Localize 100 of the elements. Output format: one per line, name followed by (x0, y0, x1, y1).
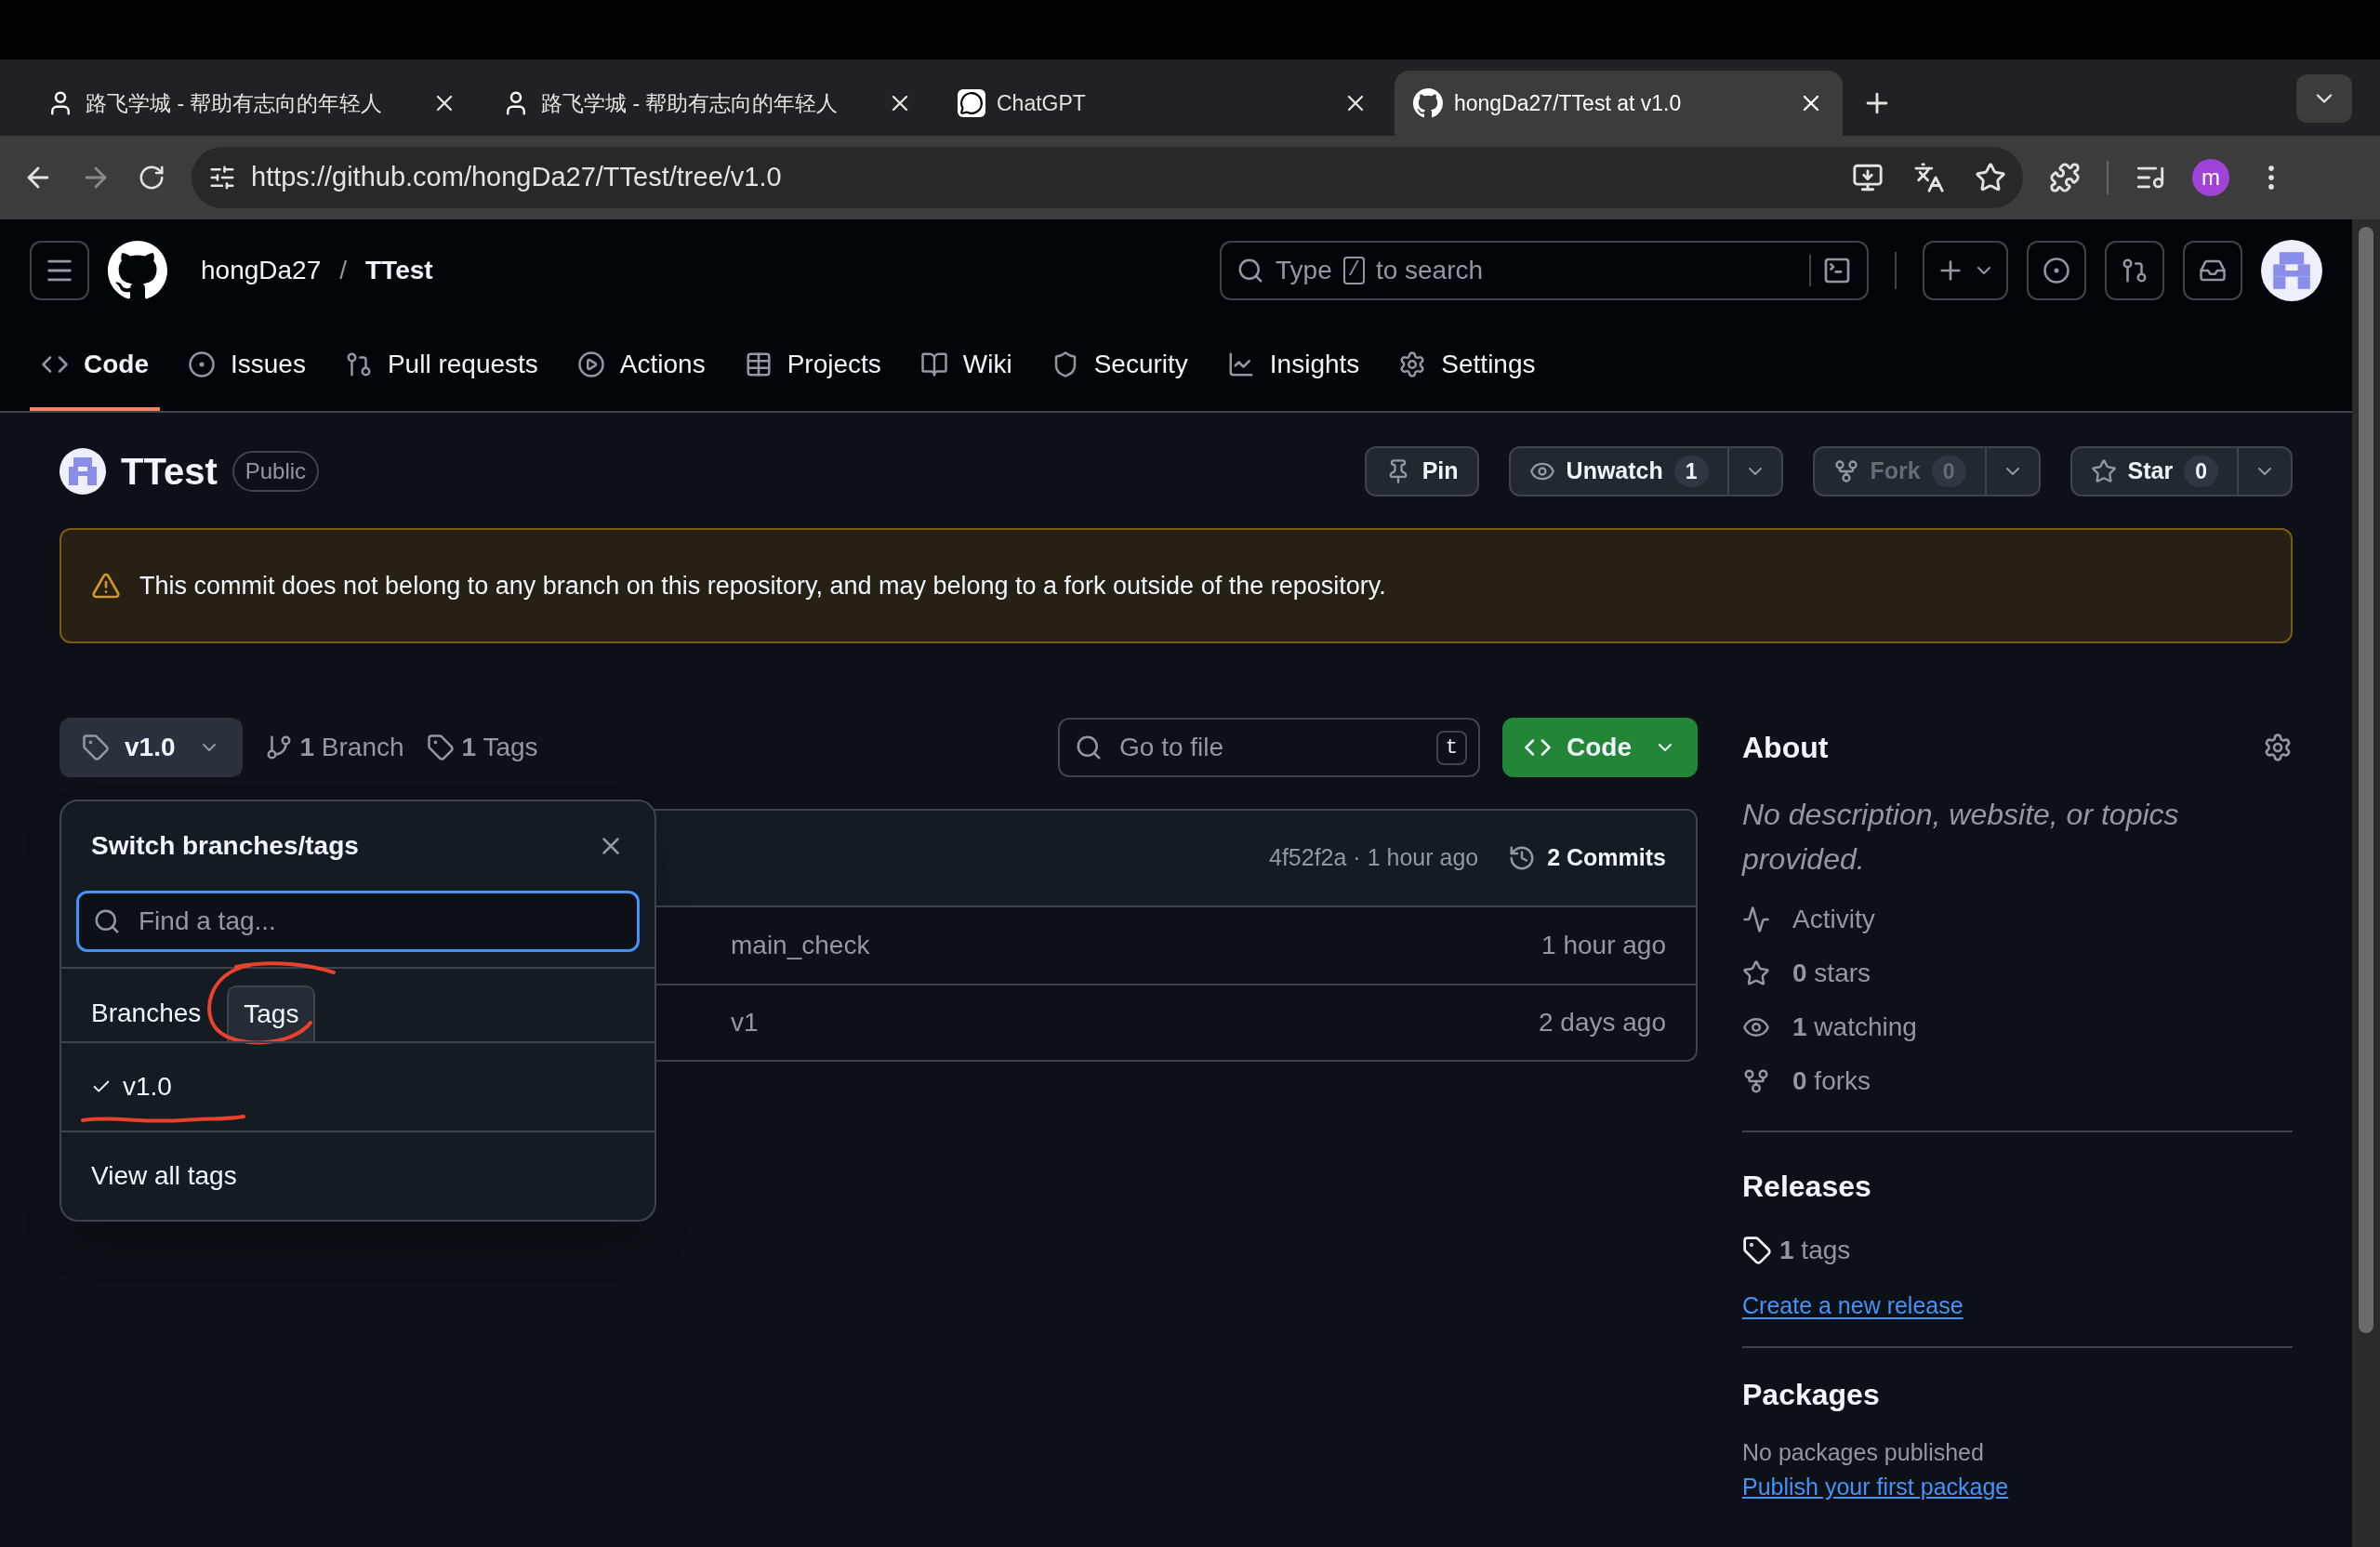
translate-icon[interactable] (1913, 162, 1945, 193)
menu-tab[interactable]: Tags (227, 985, 316, 1041)
count-badge: 0 (2184, 455, 2218, 488)
repo-nav-tab[interactable]: Issues (177, 322, 317, 411)
settings-icon (1398, 350, 1427, 378)
pull-request-icon (2121, 257, 2149, 284)
path-separator: / (339, 255, 347, 286)
repo-action-button[interactable]: Star 0 (2069, 446, 2239, 496)
browser-tab[interactable]: hongDa27/TTest at v1.0 (1395, 71, 1843, 136)
issues-button[interactable] (2027, 241, 2086, 300)
book-icon (919, 350, 948, 378)
repo-nav-tab[interactable]: Settings (1387, 322, 1547, 411)
menu-button[interactable] (30, 241, 89, 300)
releases-heading[interactable]: Releases (1742, 1164, 2293, 1209)
commit-time: 1 hour ago (1541, 930, 1666, 961)
fork-icon (1742, 1067, 1770, 1095)
scrollbar[interactable] (2352, 219, 2380, 1547)
inbox-button[interactable] (2183, 241, 2242, 300)
code-button[interactable]: Code (1502, 718, 1698, 777)
warning-icon (91, 571, 121, 601)
repo-action-button[interactable]: Pin (1364, 446, 1479, 496)
tags-count-link[interactable]: 1 tags (1779, 1231, 1851, 1270)
shortcut-key: t (1435, 731, 1467, 765)
profile-avatar[interactable]: m (2192, 159, 2229, 196)
repo-nav-tab[interactable]: Projects (733, 322, 892, 411)
tab-title: 路飞学城 - 帮助有志向的年轻人 (86, 89, 384, 117)
commit-time: 2 days ago (1539, 1007, 1666, 1038)
browser-tab[interactable]: 路飞学城 - 帮助有志向的年轻人 (28, 71, 476, 136)
repo-nav-tab[interactable]: Insights (1215, 322, 1371, 411)
tab-title: hongDa27/TTest at v1.0 (1454, 89, 1683, 117)
ref-selector-button[interactable]: v1.0 (60, 718, 243, 777)
tag-icon (1742, 1236, 1772, 1265)
chat-icon (958, 89, 985, 117)
repo-nav-tab[interactable]: Security (1039, 322, 1199, 411)
tag-icon (82, 734, 110, 761)
tab-title: ChatGPT (997, 89, 1087, 117)
reload-icon[interactable] (138, 164, 165, 192)
slash-key: / (1342, 257, 1365, 284)
commit-message[interactable]: main_check (731, 926, 1542, 965)
search-hint: Type (1276, 255, 1332, 286)
pull-requests-button[interactable] (2105, 241, 2164, 300)
install-icon[interactable] (1852, 162, 1884, 193)
stat-link[interactable]: 1 watching (1792, 1008, 1917, 1047)
warning-text: This commit does not belong to any branch on this repository, and may belong to a fork outside of the repository. (139, 570, 1386, 602)
issue-icon (188, 350, 216, 378)
repo-nav-tab[interactable]: Code (30, 322, 160, 411)
about-heading: About (1742, 730, 1830, 766)
commit-info[interactable]: 4f52f2a · 1 hour ago (1269, 840, 1479, 876)
search-icon (1236, 257, 1264, 284)
pull-request-icon (344, 350, 373, 378)
repo-action-button[interactable]: Unwatch 1 (1508, 446, 1729, 496)
stat-link[interactable]: 0 stars (1792, 954, 1871, 993)
fork-icon (1832, 458, 1859, 484)
search-hint: to search (1375, 255, 1484, 286)
command-palette-icon[interactable] (1822, 256, 1852, 285)
commits-link[interactable]: 2 Commits (1547, 840, 1666, 876)
issue-icon (2043, 257, 2070, 284)
settings-icon[interactable] (2263, 733, 2293, 762)
repo-link[interactable]: TTest (365, 251, 433, 290)
pulse-icon (1742, 906, 1770, 933)
star-icon (1742, 959, 1770, 987)
tag-icon (426, 734, 455, 761)
stat-link[interactable]: 0 forks (1792, 1062, 1871, 1101)
branches-link[interactable]: 1 Branch (299, 728, 404, 767)
repo-nav-tab[interactable]: Pull requests (333, 322, 549, 411)
bookmark-star-icon[interactable] (1975, 162, 2006, 193)
star-icon (2090, 458, 2117, 484)
tags-link[interactable]: 1 Tags (461, 728, 538, 767)
branch-icon (264, 734, 293, 761)
packages-text: No packages published (1742, 1437, 1985, 1467)
repo-avatar (60, 448, 106, 495)
tag-item[interactable]: v1.0 (91, 1067, 172, 1106)
url-text: https://github.com/hongDa27/TTest/tree/v1.0 (251, 161, 783, 194)
menu-tab[interactable]: Branches (76, 985, 217, 1041)
packages-heading[interactable]: Packages (1742, 1371, 2293, 1417)
github-logo-icon[interactable] (1413, 88, 1443, 118)
owner-link[interactable]: hongDa27 (201, 251, 322, 290)
commit-message[interactable]: v1 (731, 1003, 1539, 1042)
create-release-link[interactable]: Create a new release (1742, 1289, 1964, 1324)
browser-tab[interactable]: ChatGPT (939, 71, 1387, 136)
repo-title[interactable]: TTest (121, 443, 218, 499)
address-bar[interactable]: https://github.com/hongDa27/TTest/tree/v1.0 (192, 147, 2023, 208)
browser-tab[interactable]: 路飞学城 - 帮助有志向的年轻人 (483, 71, 932, 136)
about-description: No description, website, or topics provided. (1742, 797, 2180, 878)
extensions-icon[interactable] (2049, 162, 2081, 193)
view-all-tags-link[interactable]: View all tags (91, 1157, 237, 1196)
create-button[interactable] (1923, 241, 2008, 300)
stat-link[interactable]: Activity (1792, 900, 1875, 939)
search-field[interactable]: Type / to search (1220, 241, 1869, 300)
github-logo[interactable] (108, 241, 167, 300)
menu-title: Switch branches/tags (91, 830, 360, 862)
count-badge: 1 (1673, 455, 1709, 488)
search-icon (93, 907, 121, 935)
user-avatar[interactable] (2261, 240, 2322, 301)
repo-nav-tab[interactable]: Actions (565, 322, 717, 411)
site-info-icon[interactable] (208, 164, 236, 192)
play-icon (576, 350, 605, 378)
tag-search-field[interactable]: Find a tag... (76, 891, 640, 952)
publish-package-link[interactable]: Publish your first package (1742, 1470, 2009, 1505)
repo-nav-tab[interactable]: Wiki (908, 322, 1024, 411)
